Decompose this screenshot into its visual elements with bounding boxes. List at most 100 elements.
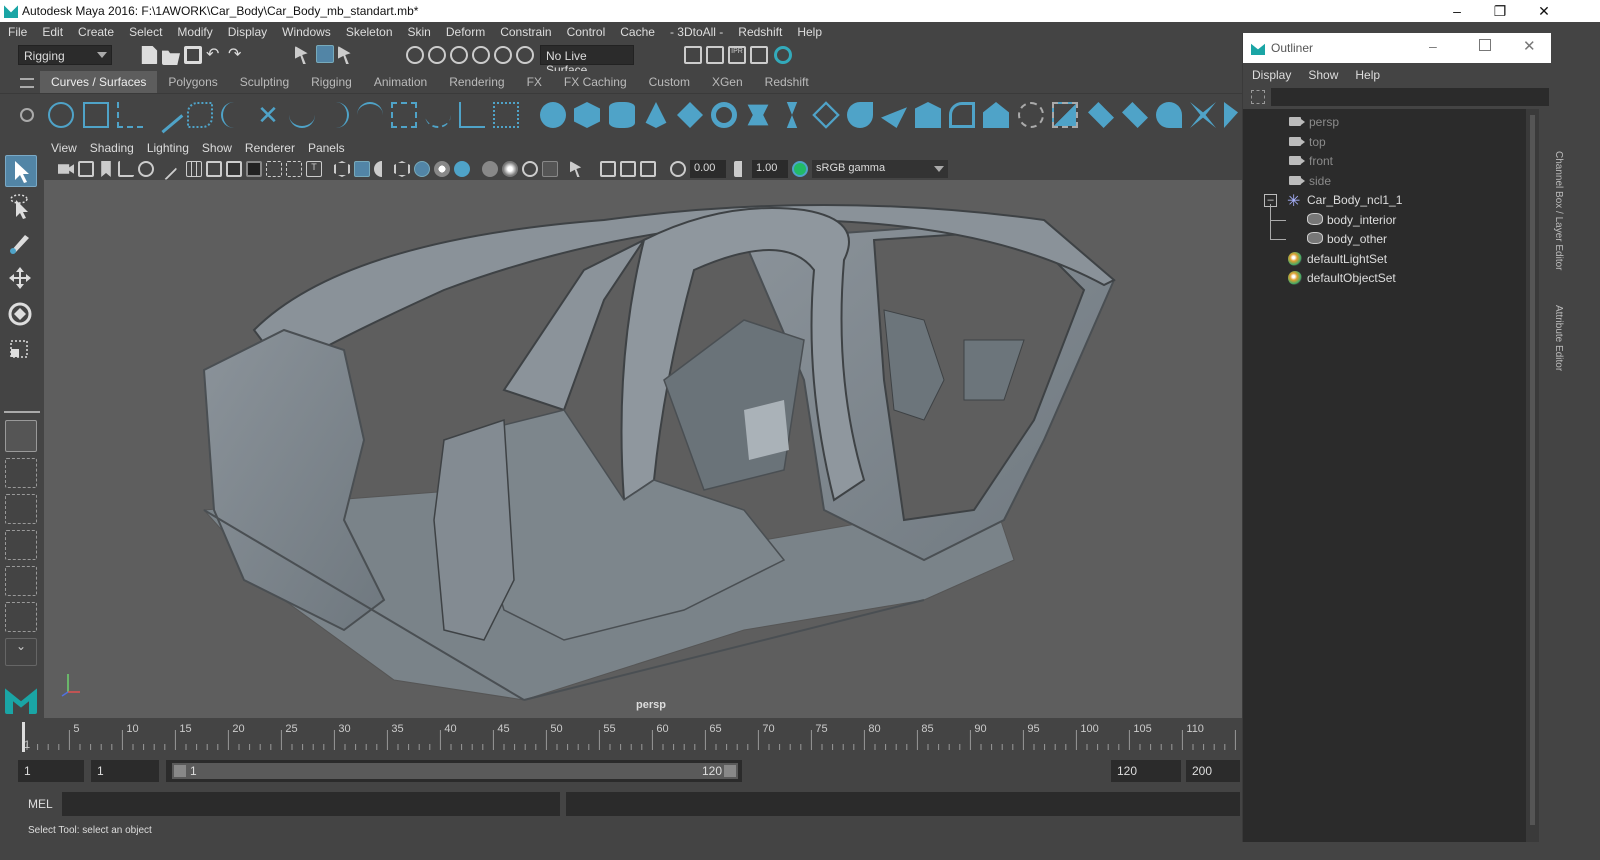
nurbs-torus-icon[interactable] [711,102,737,128]
render-frame-icon[interactable] [706,46,724,64]
film-gate-icon[interactable] [206,161,222,177]
panel-menu-view[interactable]: View [44,139,83,155]
tab-fx[interactable]: FX [516,71,553,93]
xray-active-components-icon[interactable] [620,161,636,177]
rebuild-curve-icon[interactable] [459,102,485,128]
nurbs-plane-icon[interactable] [677,102,703,128]
intersect-surface-icon[interactable] [1018,102,1044,128]
gamma-field[interactable]: 1.00 [752,160,788,178]
color-management-icon[interactable] [792,161,808,177]
two-d-pan-zoom-icon[interactable] [138,161,154,177]
time-ruler[interactable]: 15 10 15 20 25 30 35 40 45 50 55 60 65 70 75 80 85 90 95 10… [18,722,1240,752]
make-live-icon[interactable] [516,46,534,64]
select-tool-icon[interactable] [5,155,37,187]
rotate-tool-icon[interactable] [5,299,37,331]
menu-display[interactable]: Display [220,22,274,39]
panel-menu-panels[interactable]: Panels [301,139,351,155]
resolution-gate-icon[interactable] [226,161,242,177]
new-scene-icon[interactable] [141,46,158,64]
open-scene-icon[interactable] [162,50,180,65]
menu-select[interactable]: Select [121,22,169,39]
square-surface-icon[interactable] [949,102,975,128]
ep-curve-icon[interactable] [187,102,213,128]
tab-custom[interactable]: Custom [638,71,701,93]
detach-curve-icon[interactable] [323,102,349,128]
wireframe-on-shaded-icon[interactable] [374,161,390,177]
color-space-dropdown[interactable]: sRGB gamma [812,160,948,178]
tab-attribute-editor[interactable]: Attribute Editor [1553,305,1564,371]
render-view-icon[interactable] [684,46,702,64]
xray-icon[interactable] [570,161,582,177]
tab-animation[interactable]: Animation [363,71,438,93]
menu-set-dropdown[interactable]: Rigging [18,45,112,65]
birail-icon[interactable] [881,107,907,128]
panel-menu-shading[interactable]: Shading [83,139,140,155]
render-settings-icon[interactable] [750,46,768,64]
tab-fx-caching[interactable]: FX Caching [553,71,638,93]
select-hierarchy-icon[interactable] [295,46,308,64]
range-slider-track[interactable] [172,763,738,779]
end-frame-field[interactable]: 200 [1186,760,1240,782]
bookmark-icon[interactable] [101,161,111,177]
nurbs-square-icon[interactable] [83,102,109,128]
lasso-tool-icon[interactable] [5,191,37,223]
tab-redshift[interactable]: Redshift [754,71,820,93]
nurbs-cylinder-icon[interactable] [609,102,635,128]
filter-icon[interactable] [1251,90,1265,104]
graph-editor-layout-icon[interactable] [5,602,37,632]
outliner-scrollbar[interactable] [1526,109,1539,842]
layout-options-icon[interactable]: ⌄ [5,638,37,666]
menu-constrain[interactable]: Constrain [492,22,558,39]
xray-joints-icon[interactable] [600,161,616,177]
image-plane-icon[interactable] [118,161,134,177]
snap-grid-icon[interactable] [406,46,424,64]
shelf-menu-icon[interactable] [20,78,34,88]
bevel-icon[interactable] [983,102,1009,128]
gate-mask-icon[interactable] [246,161,262,177]
safe-title-icon[interactable]: T [306,161,322,177]
range-start-handle[interactable] [174,765,186,777]
tab-channel-box[interactable]: Channel Box / Layer Editor [1553,151,1564,271]
ipr-render-icon[interactable]: IPR [728,46,746,64]
viewport-persp[interactable]: persp [44,180,1242,718]
hypershade-layout-icon[interactable] [5,566,37,596]
trim-tool-icon[interactable] [1088,102,1114,128]
save-scene-icon[interactable] [184,46,202,64]
bezier-curve-icon[interactable] [221,102,247,128]
live-surface-field[interactable]: No Live Surface [540,45,634,77]
range-end-handle[interactable] [724,765,736,777]
grease-pencil-icon[interactable] [154,157,178,181]
undo-icon[interactable]: ↶ [206,46,224,64]
close-button[interactable]: ✕ [1523,37,1536,55]
menu-cache[interactable]: Cache [612,22,662,39]
pencil-curve-icon[interactable] [146,96,184,134]
snap-point-icon[interactable] [450,46,468,64]
scale-tool-icon[interactable] [5,335,37,367]
depth-of-field-icon[interactable] [522,161,538,177]
smooth-shade-icon[interactable] [354,161,370,177]
nurbs-cone-icon[interactable] [645,102,667,128]
paint-select-tool-icon[interactable] [5,227,37,259]
playback-start-field[interactable]: 1 [91,760,159,782]
menu-edit[interactable]: Edit [34,22,70,39]
tab-curves-surfaces[interactable]: Curves / Surfaces [40,71,158,93]
use-all-lights-icon[interactable] [414,161,430,177]
gamma-icon[interactable] [734,161,750,177]
time-slider[interactable]: 1 5 10 15 20 25 30 35 40 45 50 55 60 65 70 75 80 85 90 95 10… [0,718,1242,756]
menu-create[interactable]: Create [70,22,121,39]
outliner-search-input[interactable] [1271,88,1549,106]
menu-control[interactable]: Control [559,22,613,39]
menu-redshift[interactable]: Redshift [730,22,789,39]
current-frame-marker[interactable] [22,722,25,752]
cv-curve-icon[interactable] [117,102,143,128]
exposure-field[interactable]: 0.00 [690,160,726,178]
menu-skin[interactable]: Skin [400,22,438,39]
field-chart-icon[interactable] [266,161,282,177]
backface-culling-icon[interactable] [640,161,656,177]
attach-surfaces-icon[interactable] [1156,102,1182,128]
tab-rendering[interactable]: Rendering [438,71,515,93]
mel-label[interactable]: MEL [28,797,53,811]
move-tool-icon[interactable] [5,263,37,295]
snap-curve-icon[interactable] [428,46,446,64]
intersect-curve-icon[interactable]: ✕ [255,102,281,128]
